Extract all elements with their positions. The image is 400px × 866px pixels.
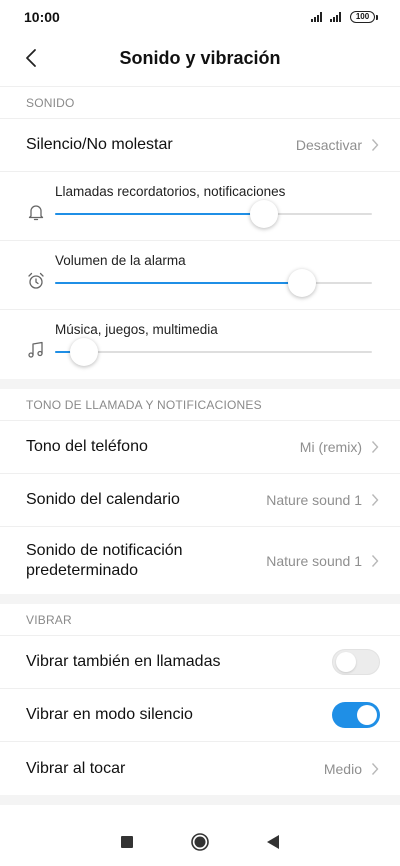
slider-thumb[interactable]: [69, 338, 98, 366]
chevron-right-icon: [371, 494, 379, 506]
toggle-knob: [336, 652, 356, 672]
status-time: 10:00: [24, 9, 60, 25]
nav-back-button[interactable]: [261, 830, 285, 854]
vibrate-silent-label: Vibrar en modo silencio: [26, 706, 193, 723]
vibrate-touch-value: Medio: [323, 760, 362, 777]
calendar-sound-label: Sonido del calendario: [26, 491, 180, 508]
notification-sound-value: Nature sound 1: [266, 552, 362, 569]
chevron-right-icon: [371, 441, 379, 453]
phone-ringtone-label: Tono del teléfono: [26, 438, 148, 455]
phone-ringtone-value: Mi (remix): [299, 439, 362, 455]
back-button[interactable]: [20, 46, 44, 70]
status-bar: 10:00 100: [0, 0, 400, 34]
page-title: Sonido y vibración: [119, 47, 281, 68]
slider-label: Llamadas recordatorios, notificaciones: [55, 184, 286, 199]
vibrate-touch-row[interactable]: Vibrar al tocar Medio: [0, 742, 400, 795]
chevron-right-icon: [371, 762, 379, 775]
slider-fill: [55, 282, 303, 284]
slider-row-alarm: Volumen de la alarma: [0, 241, 400, 310]
alarm-volume-slider[interactable]: [55, 269, 372, 297]
phone-ringtone-row[interactable]: Tono del teléfono Mi (remix): [0, 421, 400, 474]
slider-fill: [55, 213, 265, 215]
back-arrow-icon: [26, 49, 36, 67]
music-note-icon: [28, 341, 43, 358]
recents-button[interactable]: [115, 830, 139, 854]
slider-label: Volumen de la alarma: [55, 253, 186, 268]
home-circle-icon: [191, 833, 209, 851]
notification-sound-label-line2: predeterminado: [26, 561, 139, 579]
back-triangle-icon: [267, 835, 280, 849]
vibrate-calls-label: Vibrar también en llamadas: [26, 653, 221, 670]
battery-level: 100: [350, 11, 375, 23]
chevron-right-icon: [371, 139, 379, 151]
section-divider: [0, 795, 400, 805]
slider-row-media: Música, juegos, multimedia: [0, 310, 400, 379]
dnd-value: Desactivar: [295, 137, 362, 153]
header: Sonido y vibración: [0, 34, 400, 82]
notification-sound-label-line1: Sonido de notificación: [26, 541, 183, 559]
section-divider: [0, 379, 400, 389]
slider-thumb[interactable]: [250, 200, 279, 228]
media-volume-slider[interactable]: [55, 338, 372, 366]
dnd-label: Silencio/No molestar: [26, 136, 173, 153]
dnd-row[interactable]: Silencio/No molestar Desactivar: [0, 119, 400, 172]
signal-icon: [330, 12, 341, 22]
slider-row-notifications: Llamadas recordatorios, notificaciones: [0, 172, 400, 241]
bell-icon: [28, 205, 44, 221]
alarm-clock-icon: [28, 272, 44, 289]
recents-square-icon: [120, 836, 133, 848]
notification-sound-row[interactable]: Sonido de notificación predeterminado Na…: [0, 527, 400, 594]
section-header-vibrate: VIBRAR: [0, 604, 400, 636]
calendar-sound-row[interactable]: Sonido del calendario Nature sound 1: [0, 474, 400, 527]
signal-icon: [311, 12, 322, 22]
battery-icon: 100: [350, 11, 378, 23]
navigation-bar: [0, 818, 400, 866]
chevron-right-icon: [371, 554, 379, 567]
home-button[interactable]: [188, 830, 212, 854]
vibrate-silent-toggle[interactable]: [332, 702, 380, 728]
vibrate-silent-row: Vibrar en modo silencio: [0, 689, 400, 742]
slider-thumb[interactable]: [288, 269, 317, 297]
section-header-sound: SONIDO: [0, 87, 400, 119]
status-icons: 100: [311, 11, 378, 23]
slider-label: Música, juegos, multimedia: [55, 322, 218, 337]
notifications-volume-slider[interactable]: [55, 200, 372, 228]
vibrate-calls-row: Vibrar también en llamadas: [0, 636, 400, 689]
section-header-ringtone: TONO DE LLAMADA Y NOTIFICACIONES: [0, 389, 400, 421]
notification-sound-label: Sonido de notificación predeterminado: [26, 541, 183, 581]
section-divider: [0, 594, 400, 604]
calendar-sound-value: Nature sound 1: [266, 492, 362, 508]
toggle-knob: [357, 705, 377, 725]
vibrate-touch-label: Vibrar al tocar: [26, 759, 126, 777]
vibrate-calls-toggle[interactable]: [332, 649, 380, 675]
